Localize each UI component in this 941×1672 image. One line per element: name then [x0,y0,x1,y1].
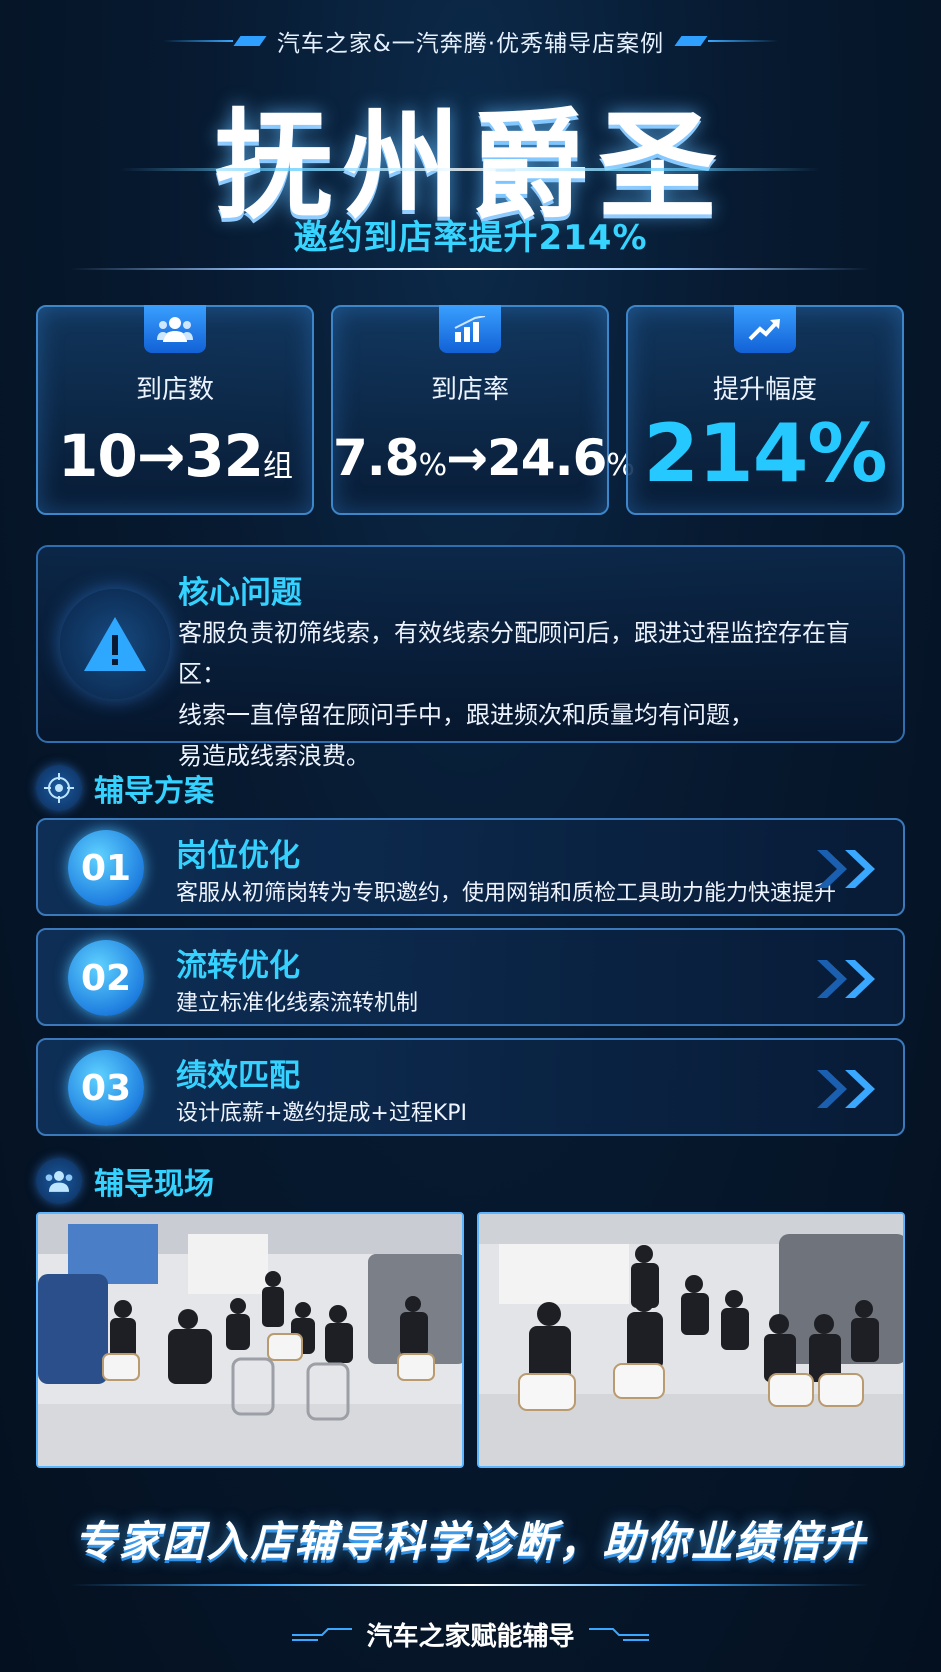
stat-value: 214% [643,407,887,500]
plan-item: 02 流转优化 建立标准化线索流转机制 [36,928,905,1026]
plan-title: 辅导方案 [94,774,214,809]
scene-header: 辅导现场 [36,1158,214,1204]
warning-icon [60,589,170,699]
plan-item: 01 岗位优化 客服从初筛岗转为专职邀约，使用网销和质检工具助力能力快速提升 [36,818,905,916]
bar-chart-icon [439,305,501,353]
stat-card-visits: 到店数 10→32组 [36,305,314,515]
footer: 汽车之家赋能辅导 [0,1616,941,1653]
plan-item-desc: 建立标准化线索流转机制 [176,991,419,1016]
chevron-right-icon [817,1070,875,1108]
stat-card-rate: 到店率 7.8%→24.6% [331,305,635,515]
plan-item-desc: 设计底薪+邀约提成+过程KPI [176,1101,468,1126]
problem-line: 易造成线索浪费。 [178,742,370,770]
stat-value-unit: 组 [263,449,293,484]
header-subtitle: 汽车之家&一汽奔腾·优秀辅导店案例 [276,31,665,57]
plan-number: 02 [68,940,144,1016]
headline: 邀约到店率提升214% [293,218,648,258]
stat-label: 提升幅度 [712,375,817,405]
plan-number: 03 [68,1050,144,1126]
trend-up-icon [734,305,796,353]
footer-text: 汽车之家赋能辅导 [366,1622,575,1652]
problem-line: 线索一直停留在顾问手中，跟进频次和质量均有问题， [178,701,754,729]
scene-photos [36,1212,905,1468]
stat-rate-before: 7.8 [333,429,420,487]
stat-value: 7.8%→24.6% [333,429,635,487]
top-banner: 汽车之家&一汽奔腾·优秀辅导店案例 [0,26,941,57]
stat-label: 到店率 [430,375,509,405]
scene-photo-2 [477,1212,905,1468]
chevron-right-icon [817,850,875,888]
plan-item-desc: 客服从初筛岗转为专职邀约，使用网销和质检工具助力能力快速提升 [176,881,837,906]
decor-right [674,36,779,46]
plan-item-title: 流转优化 [176,948,300,984]
stat-rate-unit: % [418,448,447,483]
plan-number: 01 [68,830,144,906]
stats-row: 到店数 10→32组 到店率 7.8%→24.6% 提升幅度 214% [36,305,905,520]
group-icon [144,305,206,353]
slogan: 专家团入店辅导科学诊断，助你业绩倍升 [74,1517,867,1566]
plan-item-title: 绩效匹配 [176,1058,300,1094]
stat-value: 10→32组 [38,422,312,490]
stat-rate-after: 24.6 [487,429,607,487]
bottom-divider [70,1584,870,1586]
scene-photo-1 [36,1212,464,1468]
stat-label: 到店数 [135,375,214,405]
arrow-icon: → [446,429,488,487]
decor-right-icon [588,1627,649,1641]
core-problem-card: 核心问题 客服负责初筛线索，有效线索分配顾问后，跟进过程监控存在盲区： 线索一直… [36,545,905,770]
chevron-right-icon [817,960,875,998]
problem-line: 客服负责初筛线索，有效线索分配顾问后，跟进过程监控存在盲区： [178,619,850,688]
plan-item: 03 绩效匹配 设计底薪+邀约提成+过程KPI [36,1038,905,1136]
stat-card-growth: 提升幅度 214% [626,305,904,515]
divider [70,268,870,270]
target-icon [36,765,82,811]
stat-value-main: 10→32 [57,422,264,490]
problem-text: 客服负责初筛线索，有效线索分配顾问后，跟进过程监控存在盲区： 线索一直停留在顾问… [178,613,888,777]
plan-header: 辅导方案 [36,765,214,811]
group-icon [36,1158,82,1204]
scene-title: 辅导现场 [94,1167,214,1202]
plan-item-title: 岗位优化 [176,838,300,874]
decor-left-icon [292,1627,353,1641]
decor-left [162,36,267,46]
title-glow [120,168,820,171]
problem-title: 核心问题 [178,575,302,611]
